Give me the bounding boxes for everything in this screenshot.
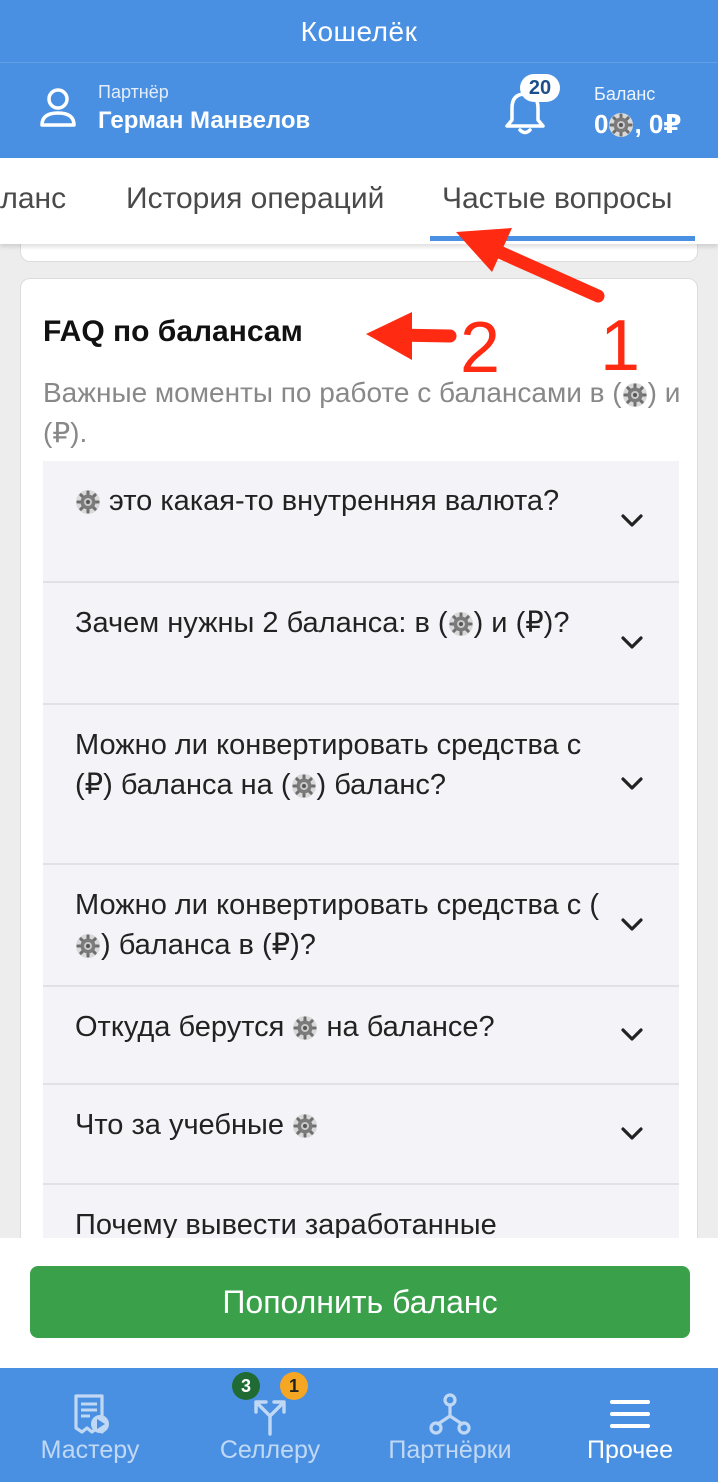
faq-item[interactable]: это какая-то внутренняя валюта? [43,461,679,583]
faq-subtitle-text: Важные моменты по работе с балансами в ( [43,377,622,408]
gear-coin-icon [293,1114,318,1139]
balance-value: 0 , 0₽ [594,109,681,140]
chevron-down-icon [621,636,643,649]
receipt-icon [74,1394,109,1434]
faq-question-end: ) баланс? [316,769,446,801]
faq-title: FAQ по балансам [43,315,303,348]
balance-coin-value: 0 [594,109,609,139]
nav-label: Прочее [586,1436,674,1464]
faq-question: Можно ли конвертировать средства с ( [75,889,599,921]
app-header: Кошелёк Партнёр Герман Манвелов 20 Балан… [0,0,718,158]
page-title: Кошелёк [300,16,418,47]
gear-coin-icon [293,1016,318,1041]
chevron-down-icon [621,777,643,790]
nav-item-seller[interactable]: 3 1 Селлеру [180,1368,360,1482]
tab-faq[interactable]: Частые вопросы [442,182,672,216]
faq-list: это какая-то внутренняя валюта? Зачем ну… [43,461,679,1277]
faq-question: Откуда берутся [75,1011,293,1043]
faq-item[interactable]: Зачем нужны 2 баланса: в ( ) и (₽)? [43,583,679,705]
notifications-badge: 20 [520,74,560,102]
faq-question: Зачем нужны 2 баланса: в ( [75,607,448,639]
balance-label: Баланс [594,84,656,104]
seller-badge-orange: 1 [280,1372,308,1400]
partner-name: Герман Манвелов [98,107,311,134]
faq-item[interactable]: Что за учебные [43,1085,679,1185]
faq-question: Почему вывести заработанные [75,1209,497,1241]
faq-item[interactable]: Можно ли конвертировать средства с ( ) ба… [43,865,679,987]
faq-subtitle: Важные моменты по работе с балансами в (… [43,373,683,453]
bottom-nav: Мастеру 3 1 Селлеру Партнёрки Прочее [0,1368,718,1482]
annotation-number-2: 2 [460,308,501,388]
nav-label: Селлеру [219,1436,321,1464]
balance-rub-value: , 0₽ [634,109,682,139]
share-nodes-icon [429,1393,471,1435]
nav-label: Партнёрки [388,1436,512,1464]
tab-history[interactable]: История операций [126,182,384,216]
previous-card-edge [20,244,698,262]
chevron-down-icon [621,514,643,527]
partner-label: Партнёр [98,82,169,102]
faq-question-end: на балансе? [318,1011,495,1043]
chevron-down-icon [621,918,643,931]
tab-active-indicator [430,236,695,241]
faq-question: Что за учебные [75,1109,293,1141]
notifications-button[interactable]: 20 [500,74,564,138]
faq-card: FAQ по балансам Важные моменты по работе… [20,278,698,1278]
tabs-bar: Баланс История операций Частые вопросы [0,158,718,244]
topup-balance-button[interactable]: Пополнить баланс [30,1266,690,1338]
faq-question-end: ) баланса в (₽)? [101,929,316,961]
faq-question: это какая-то внутренняя валюта? [101,485,560,517]
nav-label: Мастеру [40,1436,140,1464]
chevron-down-icon [621,1028,643,1041]
gear-coin-icon [609,112,634,137]
fork-icon [254,1400,286,1436]
seller-badge-green: 3 [232,1372,260,1400]
faq-item[interactable]: Можно ли конвертировать средства с (₽) б… [43,705,679,865]
user-icon [40,87,76,127]
gear-coin-icon [76,934,100,959]
partner-block[interactable]: Партнёр Герман Манвелов [38,82,310,135]
bottom-action-panel: Пополнить баланс [0,1238,718,1368]
chevron-down-icon [621,1127,643,1140]
faq-item[interactable]: Откуда берутся на балансе? [43,987,679,1085]
nav-item-partners[interactable]: Партнёрки [360,1368,540,1482]
tab-balance[interactable]: Баланс [0,182,66,216]
faq-question-end: ) и (₽)? [473,607,570,639]
menu-icon [610,1400,650,1428]
nav-item-master[interactable]: Мастеру [0,1368,180,1482]
nav-item-more[interactable]: Прочее [540,1368,718,1482]
annotation-number-1: 1 [600,306,641,386]
header-divider [0,62,718,63]
gear-coin-icon [76,490,100,515]
gear-coin-icon [448,612,473,637]
balance-block: Баланс 0 , 0₽ [594,84,681,140]
gear-coin-icon [291,774,316,799]
